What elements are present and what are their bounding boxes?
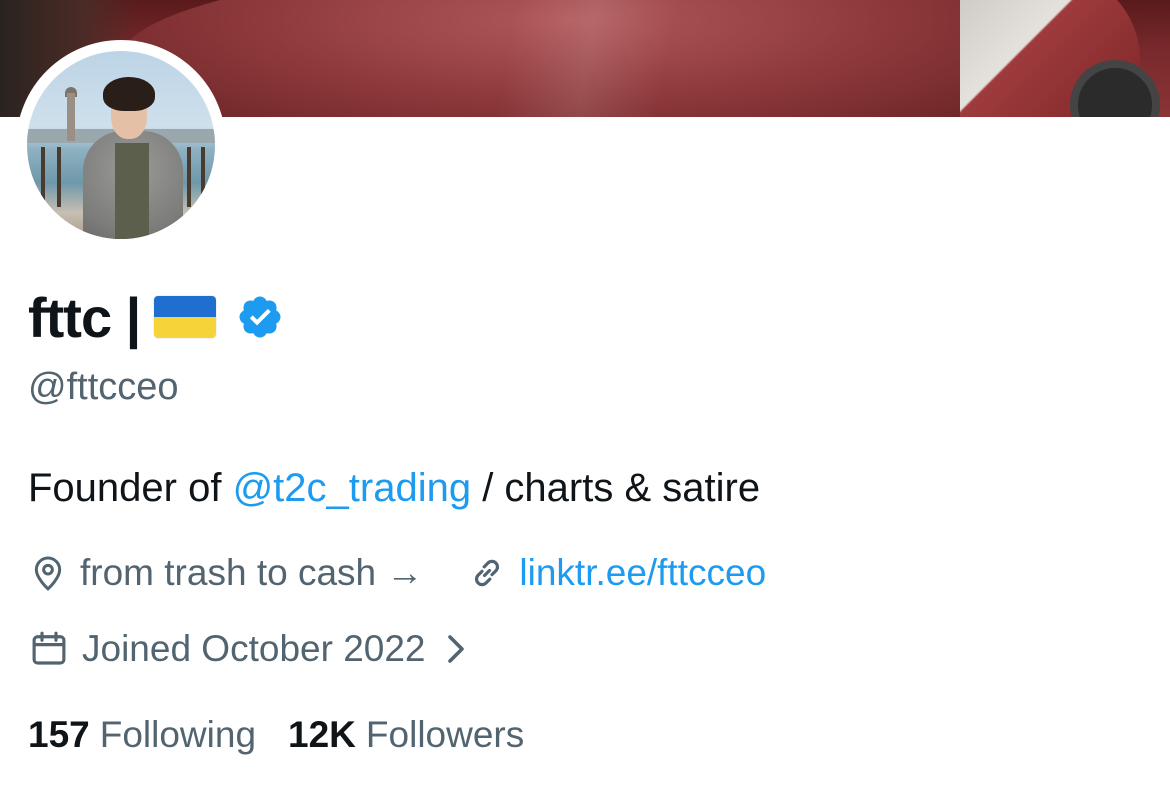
bio-suffix: / charts & satire bbox=[471, 466, 761, 510]
profile-stats: 157 Following 12K Followers bbox=[28, 710, 524, 760]
profile-joined[interactable]: Joined October 2022 bbox=[28, 624, 470, 674]
avatar-pole bbox=[201, 147, 205, 207]
joined-text: Joined October 2022 bbox=[82, 628, 426, 669]
avatar-pole bbox=[41, 147, 45, 207]
following-count: 157 bbox=[28, 714, 90, 755]
location-pin-icon bbox=[34, 556, 62, 591]
avatar-pole bbox=[187, 147, 191, 207]
avatar[interactable] bbox=[27, 51, 215, 239]
profile-location: from trash to cash → bbox=[28, 552, 423, 594]
link-icon bbox=[475, 559, 500, 587]
profile-website[interactable]: linktr.ee/fttcceo bbox=[467, 552, 766, 594]
banner-highlight bbox=[300, 0, 820, 117]
avatar-tower bbox=[67, 93, 75, 141]
followers-label: Followers bbox=[365, 714, 525, 755]
bio-mention-link[interactable]: @t2c_trading bbox=[233, 466, 472, 510]
name-row: fttc | bbox=[28, 282, 284, 352]
chevron-right-icon[interactable] bbox=[442, 631, 470, 667]
profile-bio: Founder of @t2c_trading / charts & satir… bbox=[28, 466, 760, 511]
followers-stat[interactable]: 12K Followers bbox=[288, 714, 524, 756]
profile-page: fttc | @fttcceo Founder of @t2c_trading … bbox=[0, 0, 1170, 798]
location-text: from trash to cash → bbox=[80, 552, 424, 593]
avatar-hair bbox=[103, 77, 155, 111]
following-label: Following bbox=[99, 714, 257, 755]
profile-meta-row: from trash to cash → linktr.ee/fttcceo bbox=[28, 548, 766, 598]
avatar-pole bbox=[57, 147, 61, 207]
bio-prefix: Founder of bbox=[28, 466, 233, 510]
ukraine-flag-icon bbox=[154, 296, 217, 338]
profile-handle: @fttcceo bbox=[28, 366, 179, 408]
calendar-icon bbox=[32, 631, 66, 665]
following-stat[interactable]: 157 Following bbox=[28, 714, 256, 756]
display-name: fttc | bbox=[28, 285, 141, 349]
followers-count: 12K bbox=[288, 714, 356, 755]
website-link[interactable]: linktr.ee/fttcceo bbox=[519, 552, 766, 594]
verified-badge-icon[interactable] bbox=[236, 293, 284, 341]
avatar-shirt bbox=[115, 143, 149, 239]
